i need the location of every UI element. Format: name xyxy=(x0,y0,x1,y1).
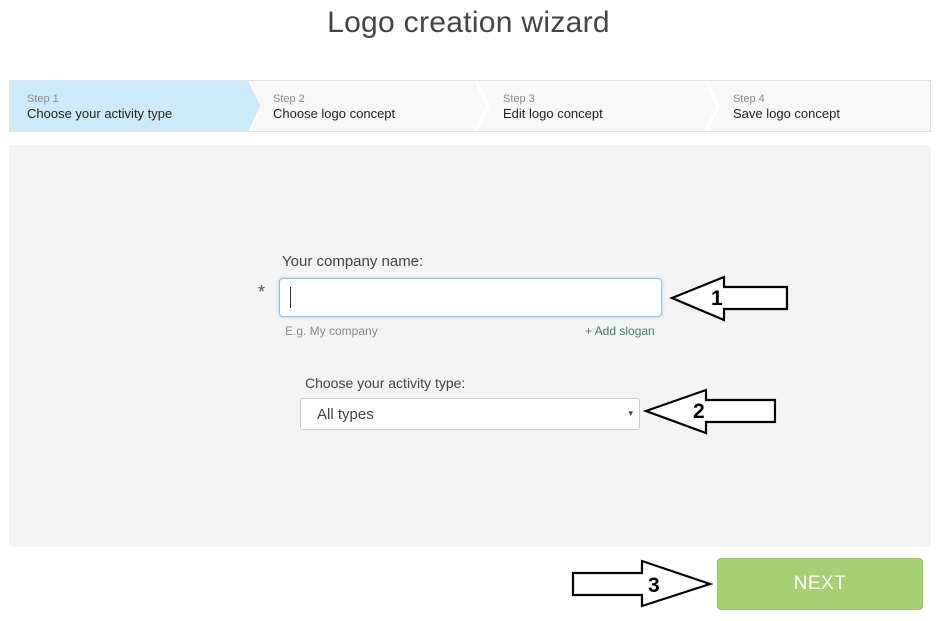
annotation-number: 1 xyxy=(711,287,723,310)
dropdown-arrow-icon: ▾ xyxy=(628,408,633,418)
step-2[interactable]: Step 2 Choose logo concept xyxy=(256,81,476,131)
next-button[interactable]: NEXT xyxy=(717,558,923,610)
form-panel xyxy=(9,145,931,547)
page-title: Logo creation wizard xyxy=(327,6,610,39)
step-number: Step 1 xyxy=(27,93,59,105)
activity-type-select[interactable]: All types ▾ xyxy=(300,398,640,430)
step-label: Choose your activity type xyxy=(27,106,173,121)
activity-selected-value: All types xyxy=(317,406,374,423)
step-number: Step 2 xyxy=(273,93,305,105)
annotation-arrow-3-icon: 3 xyxy=(571,559,714,608)
annotation-arrow-1-icon: 1 xyxy=(669,275,789,322)
step-3[interactable]: Step 3 Edit logo concept xyxy=(486,81,706,131)
annotation-number: 2 xyxy=(693,400,705,423)
step-label: Save logo concept xyxy=(733,106,840,121)
step-number: Step 4 xyxy=(733,93,765,105)
step-label: Edit logo concept xyxy=(503,106,603,121)
step-4[interactable]: Step 4 Save logo concept xyxy=(716,81,930,131)
company-name-input[interactable] xyxy=(279,278,662,317)
required-mark: * xyxy=(258,282,266,302)
step-number: Step 3 xyxy=(503,93,535,105)
annotation-arrow-2-icon: 2 xyxy=(642,388,777,435)
company-name-label: Your company name: xyxy=(282,253,424,270)
add-slogan-link[interactable]: + Add slogan xyxy=(585,324,655,338)
wizard-steps: Step 1 Choose your activity type Step 2 … xyxy=(9,80,931,132)
company-name-hint: E.g. My company xyxy=(285,324,378,338)
text-cursor xyxy=(290,287,291,308)
annotation-number: 3 xyxy=(648,574,660,597)
activity-type-label: Choose your activity type: xyxy=(305,375,466,391)
step-label: Choose logo concept xyxy=(273,106,396,121)
step-1[interactable]: Step 1 Choose your activity type xyxy=(10,81,240,131)
